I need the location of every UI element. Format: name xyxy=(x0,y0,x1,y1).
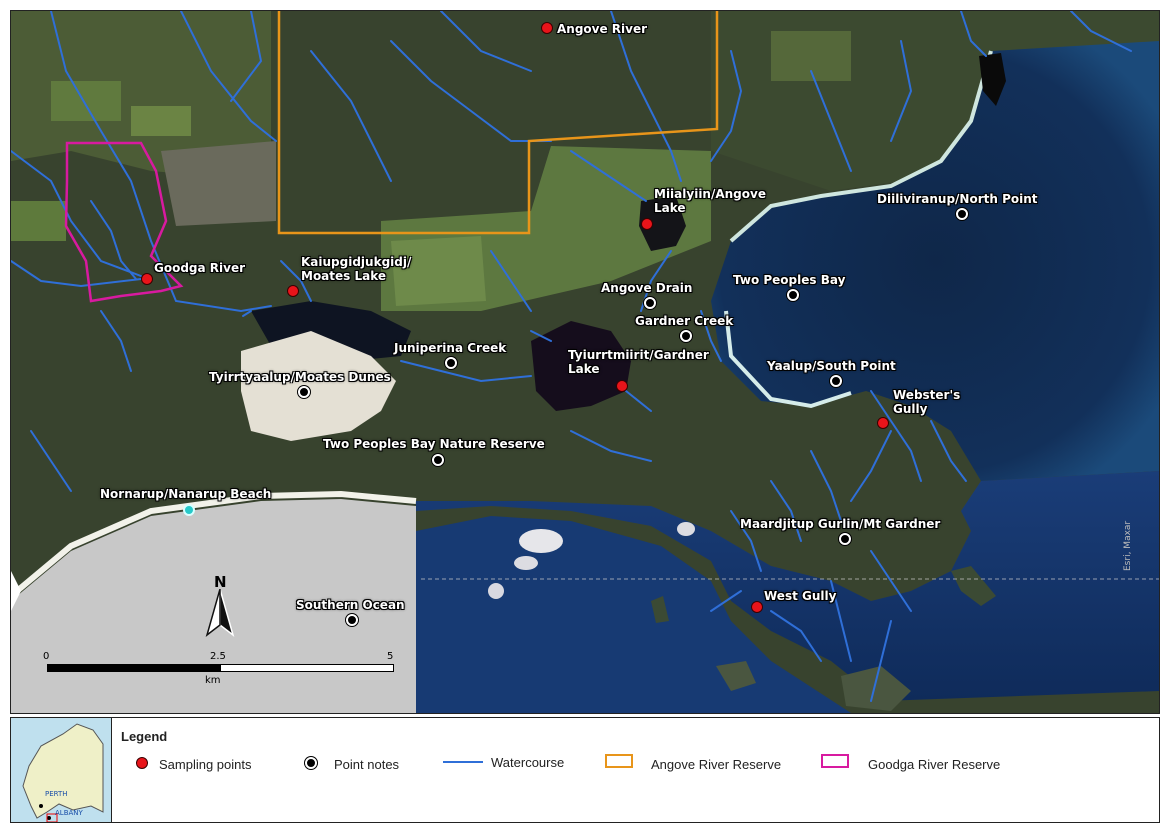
sampling-point-label: Angove River xyxy=(557,22,648,36)
scale-bar: 0 2.5 5 km xyxy=(37,651,417,696)
blue-line-icon xyxy=(443,761,483,763)
point-note-label: Gardner Creek xyxy=(635,314,734,328)
point-note-label: Angove Drain xyxy=(601,281,693,295)
point-note-cyan-icon[interactable] xyxy=(183,504,195,516)
scale-bar-black xyxy=(47,664,221,672)
point-note-icon[interactable] xyxy=(787,289,799,301)
point-note-icon[interactable] xyxy=(839,533,851,545)
magenta-box-icon xyxy=(821,754,849,768)
scale-bar-white xyxy=(220,664,394,672)
legend-label: Angove River Reserve xyxy=(651,757,782,772)
sampling-point-icon[interactable] xyxy=(287,285,299,297)
sampling-point-icon[interactable] xyxy=(141,273,153,285)
point-note-icon[interactable] xyxy=(680,330,692,342)
locator-inset-map: PERTH ALBANY xyxy=(11,718,112,822)
imagery-credit: Esri, Maxar xyxy=(1123,520,1133,571)
point-note-icon[interactable] xyxy=(346,614,358,626)
point-note-label: Juniperina Creek xyxy=(394,341,507,355)
orange-box-icon xyxy=(605,754,633,768)
north-arrow: N xyxy=(203,573,237,637)
point-note-label: Diiliviranup/North Point xyxy=(877,192,1038,206)
legend-title: Legend xyxy=(121,729,168,744)
black-dot-icon xyxy=(305,757,317,769)
point-note-label: Nornarup/Nanarup Beach xyxy=(100,487,272,501)
map-view[interactable]: Angove River Goodga River Kaiupgidjukgid… xyxy=(10,10,1160,714)
point-note-label: Yaalup/South Point xyxy=(767,359,896,373)
sampling-point-label: West Gully xyxy=(764,589,837,603)
inset-label-perth: PERTH xyxy=(45,790,68,798)
point-note-icon[interactable] xyxy=(956,208,968,220)
sampling-point-label: Webster's Gully xyxy=(893,388,961,416)
point-note-icon[interactable] xyxy=(644,297,656,309)
inset-label-albany: ALBANY xyxy=(55,809,83,817)
point-note-label: Tyirrtyaalup/Moates Dunes xyxy=(209,370,391,384)
sampling-point-icon[interactable] xyxy=(616,380,628,392)
point-note-label: Southern Ocean xyxy=(296,598,405,612)
scale-unit: km xyxy=(205,675,221,686)
sampling-point-label: Tyiurrtmiirit/Gardner Lake xyxy=(568,348,709,376)
western-australia-outline xyxy=(22,723,104,822)
sampling-point-icon[interactable] xyxy=(751,601,763,613)
legend-label: Watercourse xyxy=(491,755,565,770)
point-note-icon[interactable] xyxy=(298,386,310,398)
sampling-point-label: Miialyiin/Angove Lake xyxy=(654,187,766,215)
scale-tick-label: 0 xyxy=(43,651,50,662)
sampling-point-label: Kaiupgidjukgidj/ Moates Lake xyxy=(301,255,412,283)
sampling-point-icon[interactable] xyxy=(541,22,553,34)
scale-tick-label: 2.5 xyxy=(210,651,226,662)
point-note-label: Two Peoples Bay Nature Reserve xyxy=(323,437,545,451)
legend-label: Goodga River Reserve xyxy=(868,757,1001,772)
point-note-icon[interactable] xyxy=(830,375,842,387)
point-note-label: Maardjitup Gurlin/Mt Gardner xyxy=(740,517,941,531)
legend-label: Point notes xyxy=(334,757,400,772)
legend-panel: PERTH ALBANY Legend Sampling points Poin… xyxy=(10,717,1160,823)
red-dot-icon xyxy=(136,757,148,769)
north-arrow-icon xyxy=(205,589,235,637)
point-note-icon[interactable] xyxy=(432,454,444,466)
point-note-label: Two Peoples Bay xyxy=(733,273,846,287)
point-note-icon[interactable] xyxy=(445,357,457,369)
scale-tick-label: 5 xyxy=(387,651,394,662)
sampling-point-icon[interactable] xyxy=(641,218,653,230)
legend-label: Sampling points xyxy=(159,757,252,772)
sampling-point-label: Goodga River xyxy=(154,261,246,275)
sampling-point-icon[interactable] xyxy=(877,417,889,429)
